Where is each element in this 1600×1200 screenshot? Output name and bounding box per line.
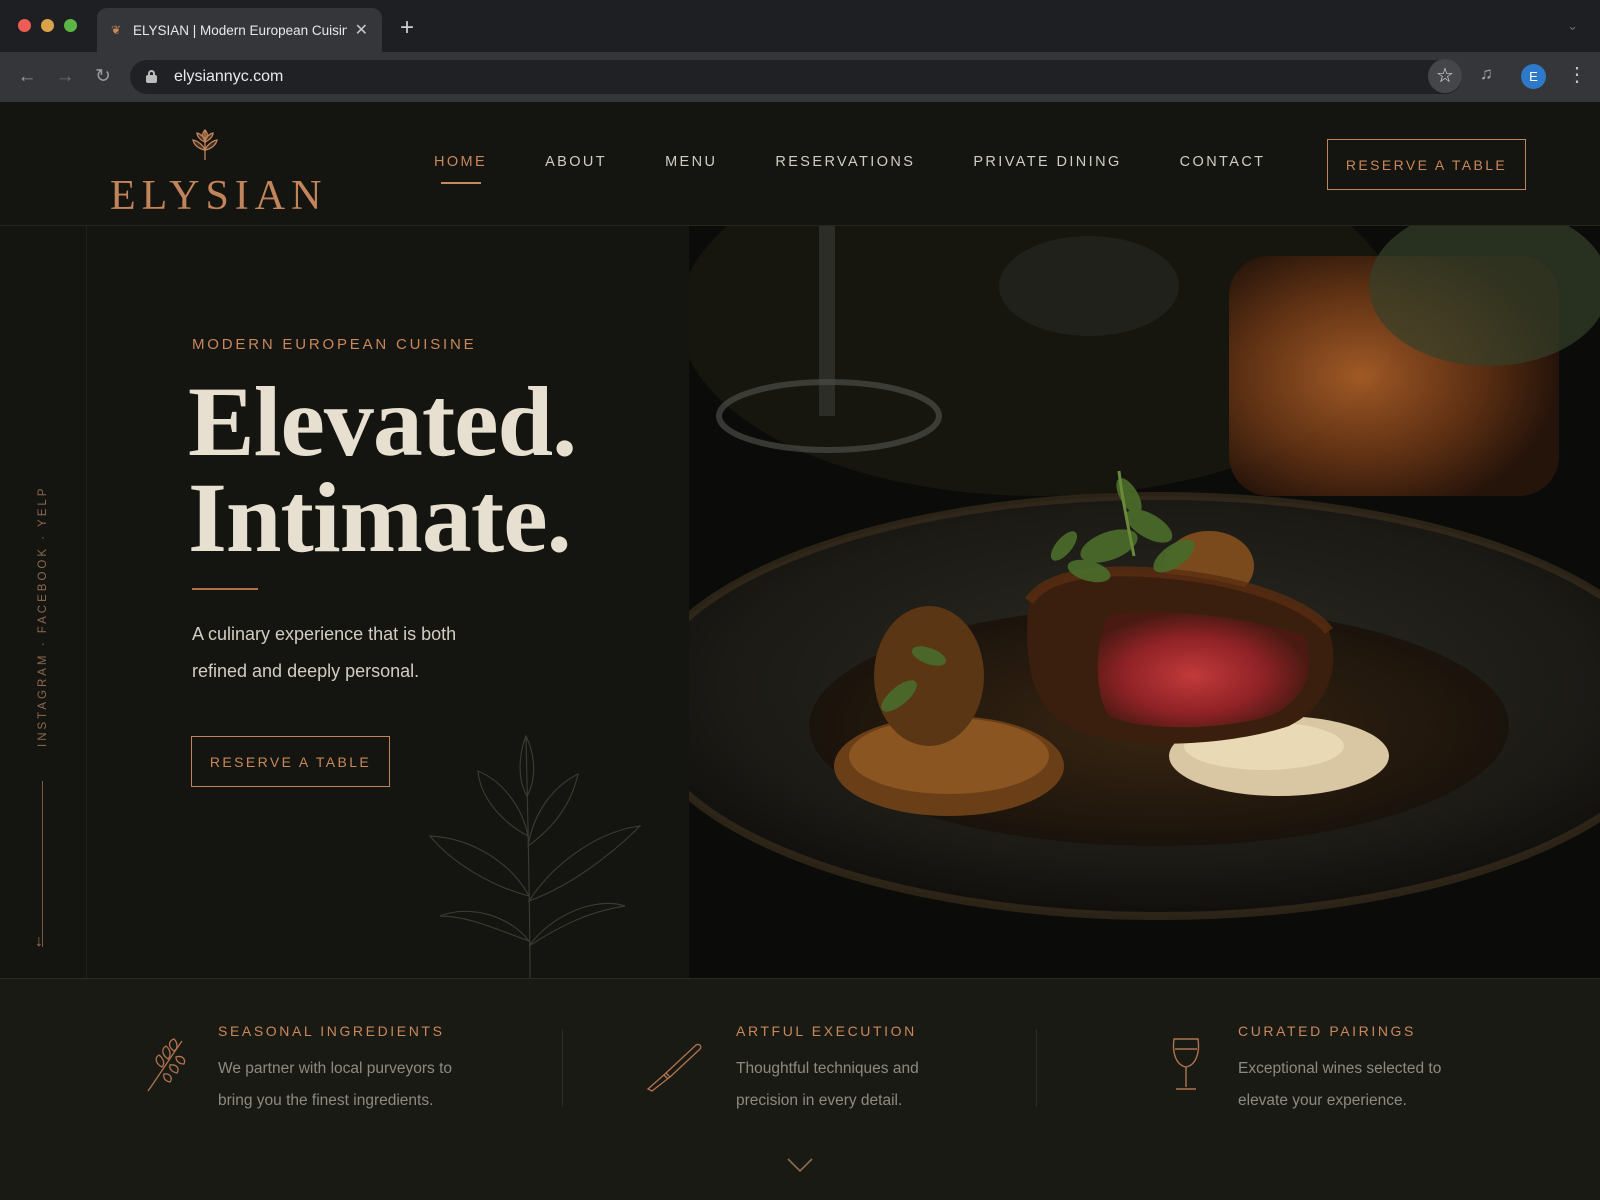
bookmark-star-icon[interactable]: ☆: [1428, 59, 1462, 93]
feature-title: SEASONAL INGREDIENTS: [218, 1023, 445, 1039]
side-divider: [86, 226, 87, 978]
steak-dish-photo: [689, 226, 1600, 978]
favicon-icon: ❦: [111, 23, 122, 37]
herb-sprig-icon: [147, 1038, 186, 1092]
scroll-down-arrow-icon[interactable]: ↓: [35, 933, 43, 951]
accent-rule: [192, 588, 258, 590]
chevron-down-icon[interactable]: [786, 1157, 814, 1173]
feature-execution: ARTFUL EXECUTION Thoughtful techniques a…: [560, 979, 1040, 1139]
url-text[interactable]: elysiannyc.com: [174, 68, 283, 86]
feature-description: Thoughtful techniques and precision in e…: [736, 1060, 919, 1109]
back-arrow-icon[interactable]: ←: [15, 65, 39, 89]
tab-search-chevron-icon[interactable]: ⌄: [1567, 18, 1578, 34]
hero-kicker: MODERN EUROPEAN CUISINE: [192, 336, 477, 353]
feature-seasonal: SEASONAL INGREDIENTS We partner with loc…: [0, 979, 560, 1139]
social-links: INSTAGRAM · FACEBOOK · YELP: [37, 485, 49, 747]
logo-leaf-icon: [192, 129, 218, 160]
maximize-window-button[interactable]: [64, 19, 77, 32]
feature-divider: [1036, 1029, 1037, 1107]
site-header: ELYSIAN HOME ABOUT MENU RESERVATIONS PRI…: [0, 102, 1600, 226]
yelp-link[interactable]: YELP: [37, 486, 49, 527]
features-section: SEASONAL INGREDIENTS We partner with loc…: [0, 978, 1600, 1200]
feature-description: We partner with local purveyors to bring…: [218, 1060, 453, 1109]
feature-title: ARTFUL EXECUTION: [736, 1023, 917, 1039]
browser-toolbar: ← → ↻ elysiannyc.com: [0, 52, 1600, 102]
profile-avatar[interactable]: E: [1521, 64, 1546, 89]
nav-reservations[interactable]: RESERVATIONS: [775, 154, 915, 170]
address-bar[interactable]: elysiannyc.com: [130, 60, 1462, 94]
feature-pairings: CURATED PAIRINGS Exceptional wines selec…: [1040, 979, 1560, 1139]
close-tab-icon[interactable]: ✕: [355, 20, 368, 40]
hero-headline: Elevated. Intimate.: [188, 366, 577, 573]
forward-arrow-icon[interactable]: →: [53, 65, 77, 89]
close-window-button[interactable]: [18, 19, 31, 32]
minimize-window-button[interactable]: [41, 19, 54, 32]
nav-home[interactable]: HOME: [434, 154, 487, 184]
reload-icon[interactable]: ↻: [91, 65, 115, 89]
lock-icon: [146, 70, 157, 83]
browser-tab[interactable]: ❦ ELYSIAN | Modern European Cuisine ✕: [97, 8, 382, 52]
knife-icon: [646, 1043, 702, 1092]
hero-content: INSTAGRAM · FACEBOOK · YELP ↓ MODERN EUR…: [0, 226, 689, 978]
nav-menu[interactable]: MENU: [665, 154, 717, 170]
hero-dish-image: [689, 226, 1600, 978]
feature-description: Exceptional wines selected to elevate yo…: [1238, 1060, 1442, 1109]
nav-about[interactable]: ABOUT: [545, 154, 607, 170]
scroll-indicator-line: [42, 781, 43, 947]
tab-title: ELYSIAN | Modern European Cuisine: [133, 22, 347, 38]
hero-reserve-button[interactable]: RESERVE A TABLE: [191, 736, 390, 787]
browser-menu-icon[interactable]: ⋮: [1567, 62, 1587, 88]
feature-title: CURATED PAIRINGS: [1238, 1023, 1416, 1039]
main-nav: HOME ABOUT MENU RESERVATIONS PRIVATE DIN…: [434, 154, 1323, 184]
header-reserve-button[interactable]: RESERVE A TABLE: [1327, 139, 1526, 190]
headline-line-1: Elevated.: [188, 366, 577, 477]
nav-contact[interactable]: CONTACT: [1180, 154, 1266, 170]
facebook-link[interactable]: FACEBOOK: [37, 546, 49, 633]
botanical-illustration: [428, 734, 642, 978]
headline-line-2: Intimate.: [188, 462, 572, 573]
site-logo[interactable]: ELYSIAN: [110, 172, 327, 220]
hero-description: A culinary experience that is both refin…: [192, 624, 457, 681]
wine-glass-icon: [1172, 1038, 1200, 1090]
media-control-icon[interactable]: ♫: [1480, 64, 1493, 84]
browser-tab-bar: ❦ ELYSIAN | Modern European Cuisine ✕ + …: [0, 0, 1600, 52]
instagram-link[interactable]: INSTAGRAM: [37, 652, 49, 747]
new-tab-icon[interactable]: +: [396, 12, 418, 44]
nav-private-dining[interactable]: PRIVATE DINING: [973, 154, 1121, 170]
